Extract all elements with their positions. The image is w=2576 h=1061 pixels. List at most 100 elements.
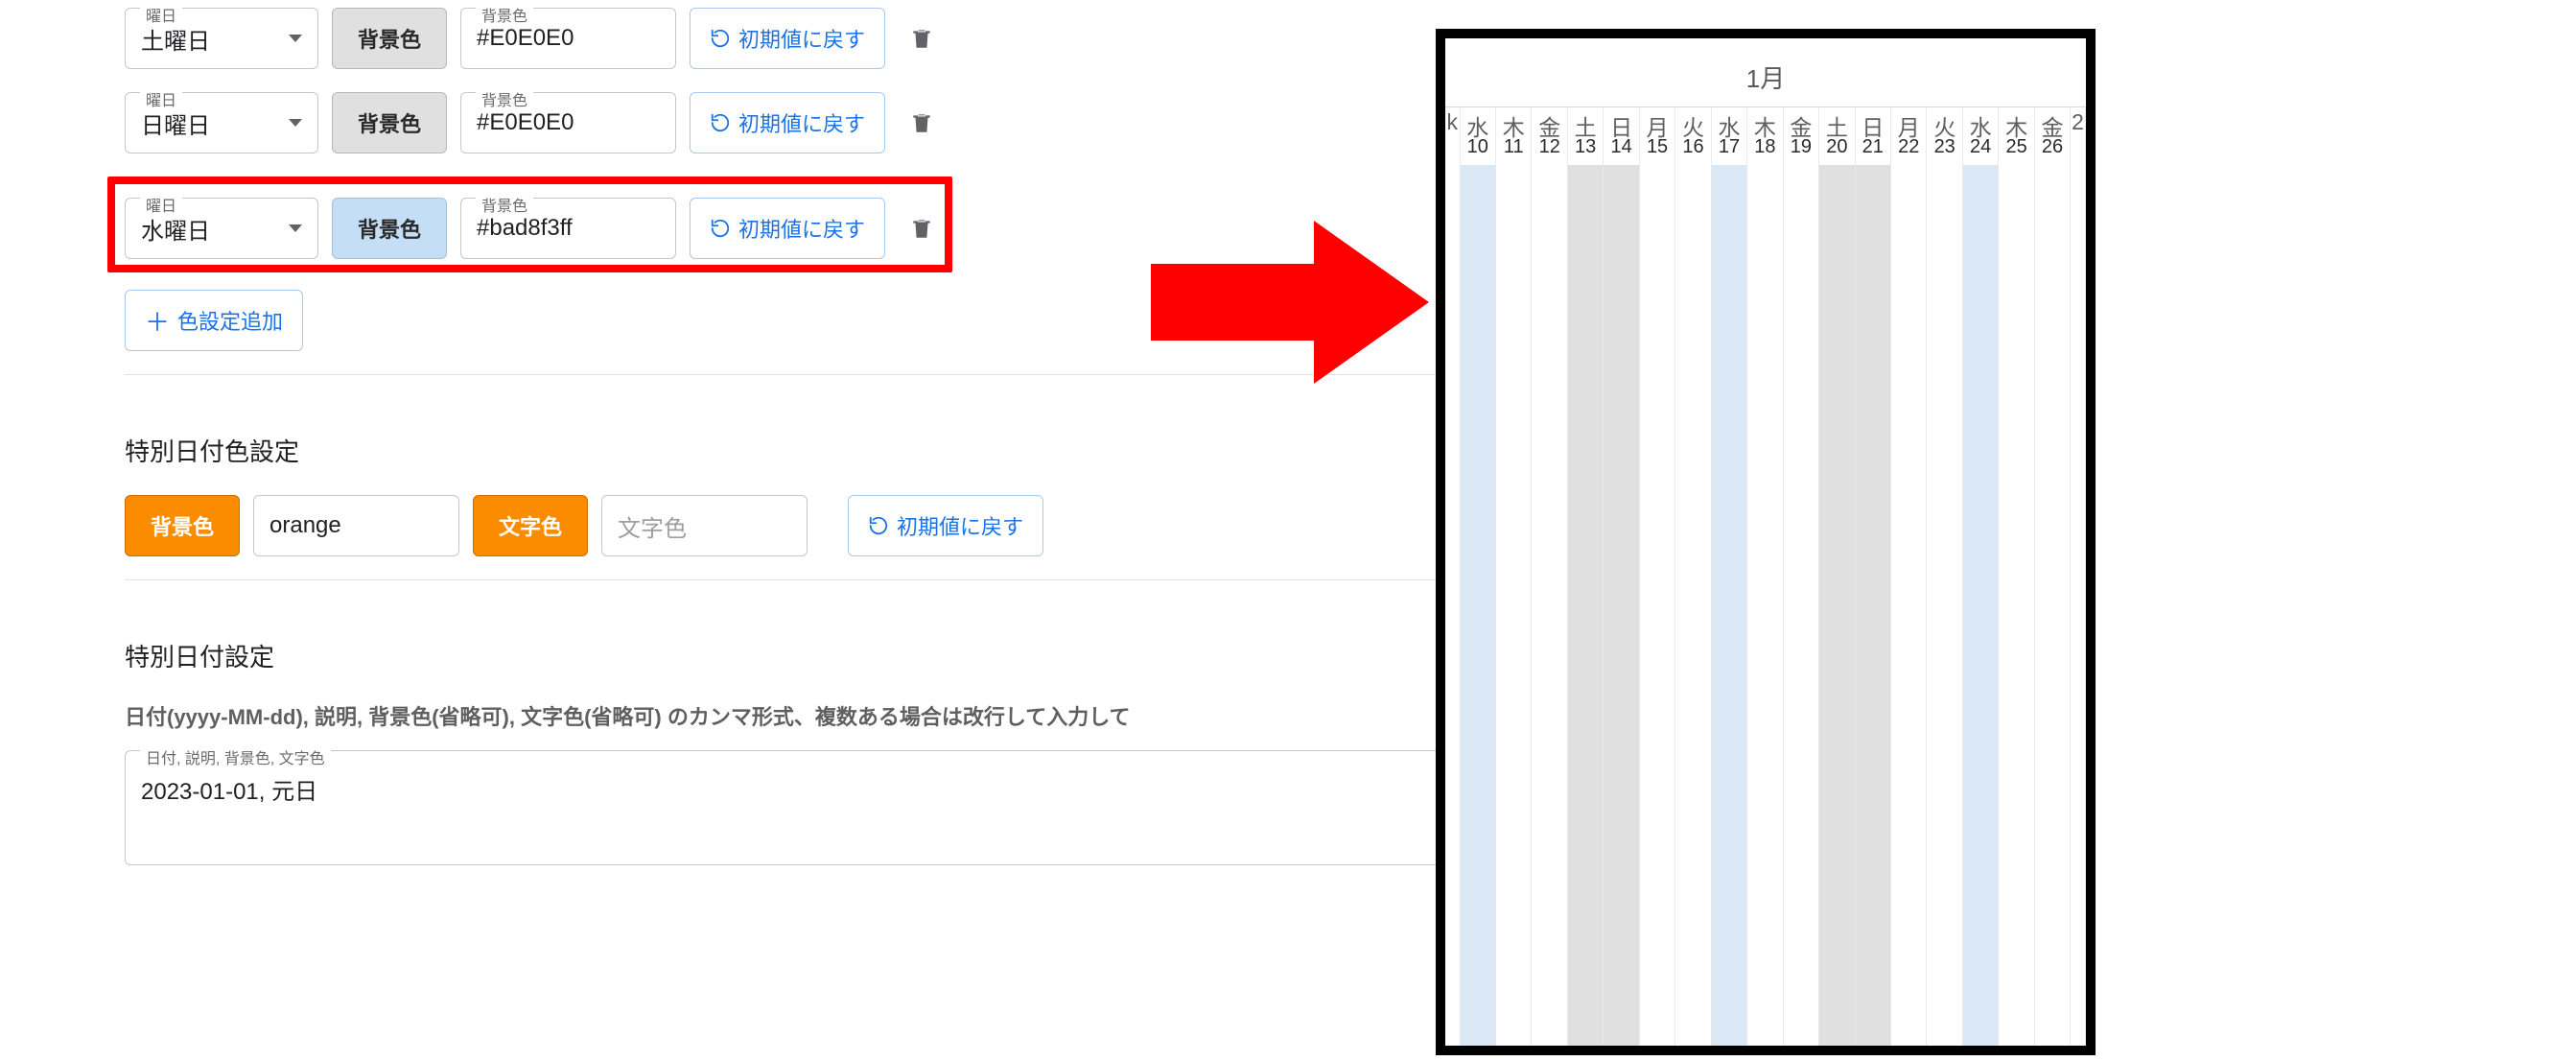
- preview-column: 水24: [1963, 107, 1999, 1048]
- preview-column: 火16: [1675, 107, 1711, 1048]
- preview-weekday: 日: [1856, 107, 1890, 136]
- preview-cell-body: [2071, 165, 2085, 1048]
- preview-weekday: 土: [1568, 107, 1603, 136]
- bg-color-button-label: 背景色: [358, 213, 421, 244]
- bg-color-button[interactable]: 背景色: [332, 198, 447, 259]
- day-select-value: 水曜日: [141, 212, 210, 246]
- preview-date: 19: [1784, 136, 1818, 165]
- special-color-section-title: 特別日付色設定: [125, 433, 1467, 468]
- preview-weekday: 火: [1675, 107, 1710, 136]
- bg-color-field-label: 背景色: [476, 3, 533, 26]
- preview-date: 21: [1856, 136, 1890, 165]
- preview-cell-body: [1963, 165, 1998, 1048]
- preview-date: 22: [1891, 136, 1926, 165]
- preview-weekday: 火: [1927, 107, 1961, 136]
- preview-weekday: 木: [1747, 107, 1782, 136]
- trash-icon[interactable]: [908, 215, 935, 242]
- preview-cell-body: [1712, 165, 1746, 1048]
- day-select-value: 土曜日: [141, 22, 210, 56]
- preview-column: 金12: [1532, 107, 1567, 1048]
- reset-label: 初期値に戻す: [738, 23, 865, 54]
- reset-label: 初期値に戻す: [738, 213, 865, 244]
- preview-date: 15: [1640, 136, 1674, 165]
- reset-icon: [710, 218, 731, 239]
- add-color-setting-button[interactable]: ＋ 色設定追加: [125, 290, 303, 351]
- reset-button[interactable]: 初期値に戻す: [690, 198, 885, 259]
- preview-weekday: 土: [1819, 107, 1854, 136]
- special-fg-color-input[interactable]: 文字色: [601, 495, 808, 556]
- day-field-label: 曜日: [140, 87, 182, 110]
- preview-date: [1445, 136, 1460, 165]
- preview-date: 20: [1819, 136, 1854, 165]
- preview-weekday: 木: [1999, 107, 2033, 136]
- preview-weekday: 月: [1891, 107, 1926, 136]
- preview-column: 2: [2071, 107, 2086, 1048]
- bg-color-value: #bad8f3ff: [477, 215, 573, 242]
- special-bg-color-button[interactable]: 背景色: [125, 495, 240, 556]
- bg-color-field-label: 背景色: [476, 87, 533, 110]
- preview-column: 金19: [1784, 107, 1819, 1048]
- preview-cell-body: [1496, 165, 1531, 1048]
- preview-column: 木18: [1747, 107, 1783, 1048]
- preview-cell-body: [1784, 165, 1818, 1048]
- reset-icon: [710, 28, 731, 49]
- preview-column: 月22: [1891, 107, 1927, 1048]
- preview-weekday: 2: [2071, 107, 2085, 136]
- preview-date: 26: [2035, 136, 2070, 165]
- trash-icon[interactable]: [908, 109, 935, 136]
- special-date-description: 日付(yyyy-MM-dd), 説明, 背景色(省略可), 文字色(省略可) の…: [125, 700, 1467, 731]
- preview-weekday: 水: [1461, 107, 1495, 136]
- preview-column: 土20: [1819, 107, 1855, 1048]
- preview-date: [2071, 136, 2085, 165]
- preview-cell-body: [1747, 165, 1782, 1048]
- chevron-down-icon: [289, 224, 302, 232]
- preview-cell-body: [1568, 165, 1603, 1048]
- bg-color-value: #E0E0E0: [477, 25, 574, 52]
- special-date-textarea-value: 2023-01-01, 元日: [141, 779, 317, 805]
- special-fg-color-button[interactable]: 文字色: [473, 495, 588, 556]
- preview-cell-body: [1999, 165, 2033, 1048]
- bg-color-button[interactable]: 背景色: [332, 92, 447, 153]
- preview-weekday: 月: [1640, 107, 1674, 136]
- special-date-section-title: 特別日付設定: [125, 638, 1467, 673]
- day-select-value: 日曜日: [141, 106, 210, 140]
- preview-weekday: 水: [1712, 107, 1746, 136]
- preview-date: 17: [1712, 136, 1746, 165]
- preview-cell-body: [1819, 165, 1854, 1048]
- preview-column: k: [1445, 107, 1461, 1048]
- reset-label: 初期値に戻す: [738, 107, 865, 138]
- preview-date: 24: [1963, 136, 1998, 165]
- preview-column: 木25: [1999, 107, 2034, 1048]
- preview-weekday: 金: [1532, 107, 1566, 136]
- day-color-row: 曜日土曜日背景色背景色#E0E0E0初期値に戻す: [125, 8, 1467, 69]
- special-reset-label: 初期値に戻す: [897, 510, 1023, 541]
- preview-weekday: 木: [1496, 107, 1531, 136]
- add-color-setting-label: 色設定追加: [177, 305, 283, 336]
- day-color-row: 曜日日曜日背景色背景色#E0E0E0初期値に戻す: [125, 92, 1467, 153]
- bg-color-field-label: 背景色: [476, 193, 533, 216]
- chevron-down-icon: [289, 35, 302, 42]
- preview-date: 14: [1604, 136, 1638, 165]
- preview-column: 金26: [2035, 107, 2071, 1048]
- preview-cell-body: [1927, 165, 1961, 1048]
- preview-weekday: 日: [1604, 107, 1638, 136]
- preview-cell-body: [1532, 165, 1566, 1048]
- reset-button[interactable]: 初期値に戻す: [690, 8, 885, 69]
- special-reset-button[interactable]: 初期値に戻す: [848, 495, 1043, 556]
- preview-cell-body: [1640, 165, 1674, 1048]
- annotation-arrow: [1151, 211, 1429, 393]
- special-bg-color-input[interactable]: orange: [253, 495, 459, 556]
- trash-icon[interactable]: [908, 25, 935, 52]
- reset-button[interactable]: 初期値に戻す: [690, 92, 885, 153]
- highlight-annotation: 曜日水曜日背景色背景色#bad8f3ff初期値に戻す: [107, 177, 952, 272]
- preview-column: 月15: [1640, 107, 1675, 1048]
- preview-column: 水17: [1712, 107, 1747, 1048]
- special-bg-color-button-label: 背景色: [151, 510, 214, 541]
- bg-color-button[interactable]: 背景色: [332, 8, 447, 69]
- preview-weekday: 金: [2035, 107, 2070, 136]
- preview-cell-body: [1604, 165, 1638, 1048]
- special-date-textarea-label: 日付, 説明, 背景色, 文字色: [140, 745, 331, 768]
- special-fg-color-button-label: 文字色: [499, 510, 562, 541]
- preview-cell-body: [1675, 165, 1710, 1048]
- preview-column: 日21: [1856, 107, 1891, 1048]
